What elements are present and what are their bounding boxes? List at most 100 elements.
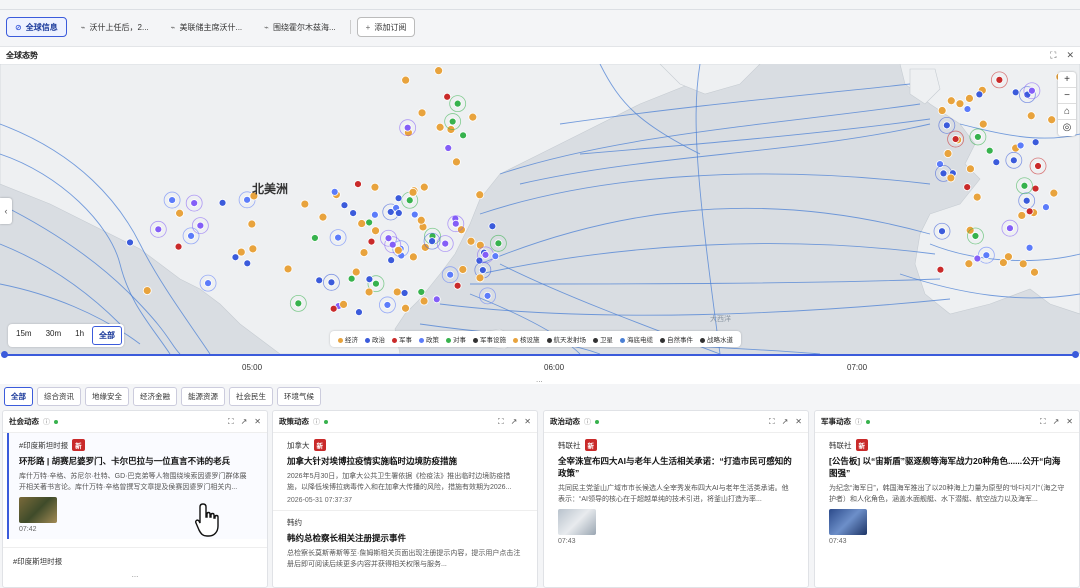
event-marker[interactable] xyxy=(453,281,462,290)
range-15m[interactable]: 15m xyxy=(10,326,38,345)
legend-item[interactable]: 核设施 xyxy=(513,334,540,344)
event-marker[interactable] xyxy=(410,210,419,219)
event-marker[interactable] xyxy=(985,146,994,155)
timeline-track[interactable] xyxy=(4,354,1076,356)
help-icon[interactable]: ⓘ xyxy=(43,417,50,427)
event-marker[interactable] xyxy=(417,288,426,296)
fullscreen-icon[interactable]: ⛶ xyxy=(498,417,504,427)
event-marker[interactable] xyxy=(408,252,418,262)
tab-global-info[interactable]: ⊘ 全球信息 xyxy=(6,17,67,37)
event-marker[interactable] xyxy=(371,226,380,236)
external-link-icon[interactable]: ↗ xyxy=(1053,417,1060,427)
news-headline[interactable]: 全宰洙宣布四大AI与老年人生活相关承诺：“打造市民可感知的政策” xyxy=(558,455,794,479)
event-marker[interactable] xyxy=(965,94,974,103)
event-marker[interactable] xyxy=(964,259,974,269)
category-environment[interactable]: 环境气候 xyxy=(277,386,321,406)
event-marker[interactable] xyxy=(1047,115,1057,125)
news-item[interactable]: #印度斯坦时报 新 环形路 | 胡赛尼婆罗门、卡尔巴拉与一位直言不讳的老兵 库什… xyxy=(7,433,267,539)
event-marker[interactable] xyxy=(441,266,459,284)
legend-item[interactable]: 卫星 xyxy=(593,334,613,344)
category-all[interactable]: 全部 xyxy=(4,386,33,406)
event-marker[interactable] xyxy=(349,209,358,218)
legend-item[interactable]: 军事设施 xyxy=(473,334,506,344)
news-headline[interactable]: [公告板] 以“宙斯盾”驱逐舰等海军战力20种角色......公开“向海图强” xyxy=(829,455,1065,479)
legend-item[interactable]: 对事 xyxy=(446,334,466,344)
fullscreen-icon[interactable]: ⛶ xyxy=(228,417,234,427)
legend-item[interactable]: 军事 xyxy=(392,334,412,344)
event-marker[interactable] xyxy=(937,106,947,115)
event-marker[interactable] xyxy=(955,99,965,109)
external-link-icon[interactable]: ↗ xyxy=(782,417,789,427)
event-marker[interactable] xyxy=(972,192,982,202)
news-headline[interactable]: 加拿大针对埃博拉疫情实施临时边境防疫措施 xyxy=(287,455,523,467)
event-marker[interactable] xyxy=(300,199,310,209)
event-marker[interactable] xyxy=(347,274,356,283)
event-marker[interactable] xyxy=(419,296,429,306)
category-general[interactable]: 综合资讯 xyxy=(37,386,81,406)
event-marker[interactable] xyxy=(340,201,349,210)
legend-item[interactable]: 海底电缆 xyxy=(620,334,653,344)
range-1h[interactable]: 1h xyxy=(69,326,90,345)
event-marker[interactable] xyxy=(443,92,452,101)
event-marker[interactable] xyxy=(458,265,468,274)
event-marker[interactable] xyxy=(978,119,988,129)
event-marker[interactable] xyxy=(435,122,445,132)
event-marker[interactable] xyxy=(936,265,945,274)
news-thumbnail[interactable] xyxy=(829,509,867,535)
news-headline[interactable]: 韩约总检察长相关注册提示事件 xyxy=(287,532,523,544)
event-marker[interactable] xyxy=(401,303,410,313)
event-marker[interactable] xyxy=(998,258,1008,268)
category-geo-security[interactable]: 地缘安全 xyxy=(85,386,129,406)
legend-item[interactable]: 政策 xyxy=(419,334,439,344)
help-icon[interactable]: ⓘ xyxy=(313,417,320,427)
event-marker[interactable] xyxy=(1031,138,1040,147)
event-marker[interactable] xyxy=(488,222,497,231)
event-marker[interactable] xyxy=(432,295,441,304)
event-marker[interactable] xyxy=(365,218,374,227)
category-society[interactable]: 社会民生 xyxy=(229,386,273,406)
event-marker[interactable] xyxy=(416,215,426,225)
event-marker[interactable] xyxy=(1011,88,1020,97)
legend-item[interactable]: 自然事件 xyxy=(660,334,693,344)
news-item[interactable]: 韩联社 新 [公告板] 以“宙斯盾”驱逐舰等海军战力20种角色......公开“… xyxy=(815,433,1079,551)
event-marker[interactable] xyxy=(408,187,418,197)
event-marker[interactable] xyxy=(1017,211,1027,220)
news-thumbnail[interactable] xyxy=(558,509,596,535)
event-marker[interactable] xyxy=(354,180,362,189)
close-icon[interactable]: ✕ xyxy=(1066,50,1074,61)
event-marker[interactable] xyxy=(475,190,485,200)
event-marker[interactable] xyxy=(318,212,328,222)
event-marker[interactable] xyxy=(247,219,257,229)
legend-item[interactable]: 经济 xyxy=(338,334,358,344)
event-marker[interactable] xyxy=(975,90,984,99)
event-marker[interactable] xyxy=(126,238,134,247)
drag-dots[interactable]: ... xyxy=(536,375,543,384)
event-marker[interactable] xyxy=(387,256,396,265)
fullscreen-icon[interactable]: ⛶ xyxy=(1050,50,1056,61)
event-marker[interactable] xyxy=(963,183,972,192)
event-marker[interactable] xyxy=(351,267,361,277)
tab-subscription-1[interactable]: ⌁ 沃什上任后，2... xyxy=(73,17,157,37)
event-marker[interactable] xyxy=(1025,207,1034,216)
news-item[interactable]: 韩约 韩约总检察长相关注册提示事件 总检察长莫斯蒂斯等至·詹姆斯相关页面出现注册… xyxy=(273,510,537,580)
event-marker[interactable] xyxy=(943,149,953,158)
event-marker[interactable] xyxy=(946,96,956,106)
event-marker[interactable] xyxy=(248,244,258,254)
locate-button[interactable]: ◎ xyxy=(1058,120,1076,136)
world-map[interactable]: 北美洲 大西洋 + − ⌂ ◎ xyxy=(0,64,1080,354)
event-marker[interactable] xyxy=(466,236,476,246)
event-marker[interactable] xyxy=(231,253,240,262)
drag-dots[interactable]: ... xyxy=(3,570,267,579)
event-marker[interactable] xyxy=(392,287,402,297)
category-energy[interactable]: 能源资源 xyxy=(181,386,225,406)
event-marker[interactable] xyxy=(444,144,453,152)
event-marker[interactable] xyxy=(339,300,348,309)
event-marker[interactable] xyxy=(491,252,500,261)
fullscreen-icon[interactable]: ⛶ xyxy=(1040,417,1046,427)
event-marker[interactable] xyxy=(367,237,376,246)
news-item[interactable]: 韩联社 新 全宰洙宣布四大AI与老年人生活相关承诺：“打造市民可感知的政策” 共… xyxy=(544,433,808,551)
category-finance[interactable]: 经济金融 xyxy=(133,386,177,406)
event-marker[interactable] xyxy=(359,248,369,258)
reset-view-button[interactable]: ⌂ xyxy=(1058,104,1076,120)
event-marker[interactable] xyxy=(370,210,379,219)
